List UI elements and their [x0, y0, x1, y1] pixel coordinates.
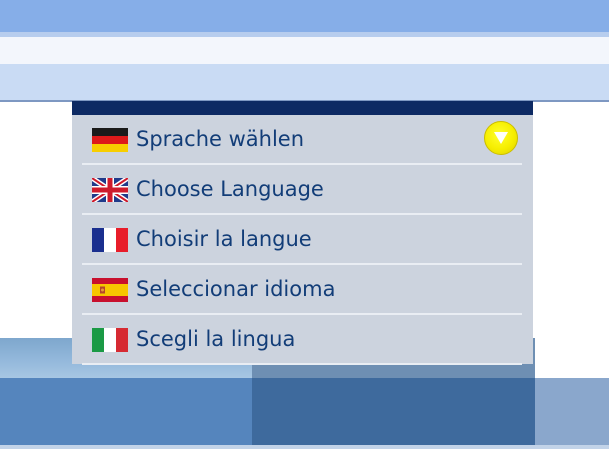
language-option-label: Sprache wählen	[136, 127, 305, 151]
language-option-german[interactable]: Sprache wählen	[82, 115, 522, 165]
language-menu: Sprache wählen Choose Language Choisir l…	[72, 101, 533, 365]
header-image-panel	[0, 378, 252, 445]
language-option-label: Seleccionar idioma	[136, 277, 336, 301]
language-option-label: Scegli la lingua	[136, 327, 296, 351]
chevron-down-icon	[494, 132, 508, 144]
language-option-label: Choose Language	[136, 177, 324, 201]
italy-flag-icon	[92, 328, 128, 352]
page-top-band	[0, 0, 609, 32]
header-mid-panel	[252, 378, 535, 445]
language-option-french[interactable]: Choisir la langue	[82, 215, 522, 265]
germany-flag-icon	[92, 128, 128, 152]
united-kingdom-flag-icon	[92, 178, 128, 202]
dropdown-toggle-button[interactable]	[484, 121, 518, 155]
header-right-panel	[535, 378, 609, 445]
language-list: Sprache wählen Choose Language Choisir l…	[72, 115, 533, 365]
header-right-panel-top	[535, 338, 609, 378]
page-nav-bar	[0, 64, 609, 100]
spain-flag-icon	[92, 278, 128, 302]
language-option-italian[interactable]: Scegli la lingua	[82, 315, 522, 365]
header-bottom-strip	[0, 445, 609, 449]
language-option-label: Choisir la langue	[136, 227, 312, 251]
language-option-spanish[interactable]: Seleccionar idioma	[82, 265, 522, 315]
language-option-english[interactable]: Choose Language	[82, 165, 522, 215]
page-light-strip	[0, 37, 609, 64]
france-flag-icon	[92, 228, 128, 252]
